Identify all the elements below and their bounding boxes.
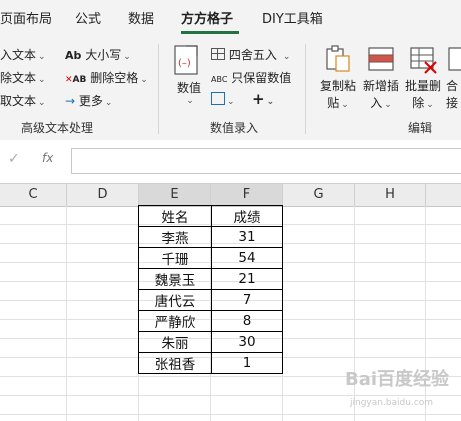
batch-delete-button[interactable]: 批量删 除 ⌄ bbox=[403, 44, 443, 111]
abc-icon: ABC bbox=[211, 75, 228, 84]
group-divider bbox=[158, 44, 159, 134]
tab-data[interactable]: 数据 bbox=[128, 8, 154, 27]
watermark-logo: Bai百度经验 bbox=[345, 369, 450, 390]
merge-icon bbox=[448, 47, 461, 71]
plus-icon[interactable]: + ⌄ bbox=[252, 90, 274, 108]
merge-button[interactable]: 合 接 bbox=[446, 44, 461, 111]
fx-icon[interactable]: fx bbox=[42, 151, 53, 165]
table-row: 朱丽 30 bbox=[138, 331, 283, 353]
batch-delete-icon bbox=[410, 47, 437, 74]
table-row: 千珊 54 bbox=[138, 247, 283, 269]
column-header-c[interactable]: C bbox=[0, 184, 67, 206]
ribbon-tabs: 页面布局 公式 数据 方方格子 DIY工具箱 bbox=[0, 0, 461, 34]
table-row: 李燕 31 bbox=[138, 226, 283, 248]
column-header-d[interactable]: D bbox=[67, 184, 139, 206]
column-header-h[interactable]: H bbox=[355, 184, 426, 206]
clipboard-icon bbox=[326, 45, 350, 72]
table-cell[interactable]: 李燕 bbox=[138, 226, 212, 248]
table-cell[interactable]: 7 bbox=[211, 289, 283, 311]
insert-button[interactable]: 新增插 入 ⌄ bbox=[361, 44, 401, 111]
insert-rows-icon bbox=[368, 47, 394, 71]
tab-fangfangezi[interactable]: 方方格子 bbox=[181, 8, 233, 27]
table-cell[interactable]: 唐代云 bbox=[138, 289, 212, 311]
table-cell[interactable]: 8 bbox=[211, 310, 283, 332]
numeric-icon: (–) bbox=[174, 45, 198, 75]
group-label-edit: 编辑 bbox=[408, 121, 433, 135]
table-cell[interactable]: 张祖香 bbox=[138, 352, 212, 374]
copy-paste-button[interactable]: 复制粘 贴 ⌄ bbox=[318, 44, 358, 111]
table-cell[interactable]: 姓名 bbox=[138, 205, 212, 227]
score-table: 姓名 成绩 李燕 31 千珊 54 魏景玉 21 唐代云 7 严静欣 8 朱丽 … bbox=[138, 205, 283, 374]
gridline bbox=[0, 414, 461, 415]
column-headers: C D E F G H bbox=[0, 183, 461, 207]
table-cell[interactable]: 千珊 bbox=[138, 247, 212, 269]
column-header-f[interactable]: F bbox=[211, 184, 283, 206]
case-icon: Ab bbox=[65, 49, 82, 62]
table-cell[interactable]: 54 bbox=[211, 247, 283, 269]
case-button[interactable]: Ab 大小写 ⌄ bbox=[65, 46, 131, 63]
table-cell[interactable]: 成绩 bbox=[211, 205, 283, 227]
table-row: 魏景玉 21 bbox=[138, 268, 283, 290]
insert-text-button[interactable]: 入文本 ⌄ bbox=[0, 46, 46, 63]
arrow-right-icon: → bbox=[65, 94, 76, 108]
watermark-url: jingyan.baidu.com bbox=[350, 398, 434, 408]
table-cell[interactable]: 1 bbox=[211, 352, 283, 374]
round-button[interactable]: 四舍五入 ⌄ bbox=[211, 46, 290, 63]
formula-bar: ✓ fx bbox=[0, 140, 461, 182]
keep-numbers-button[interactable]: ABC 只保留数值 bbox=[211, 69, 291, 86]
table-row: 唐代云 7 bbox=[138, 289, 283, 311]
numeric-button[interactable]: (–) 数值 ⌄ bbox=[172, 44, 206, 108]
more-button[interactable]: → 更多 ⌄ bbox=[65, 92, 112, 109]
group-label-text: 高级文本处理 bbox=[21, 121, 94, 135]
gridline bbox=[66, 206, 67, 421]
svg-text:(–): (–) bbox=[178, 58, 191, 69]
delete-text-button[interactable]: 除文本 ⌄ bbox=[0, 69, 46, 86]
extract-text-button[interactable]: 取文本 ⌄ bbox=[0, 92, 46, 109]
delete-space-icon: ✕AB bbox=[65, 75, 87, 85]
table-row: 姓名 成绩 bbox=[138, 205, 283, 227]
table-cell[interactable]: 31 bbox=[211, 226, 283, 248]
gridline bbox=[0, 395, 461, 396]
column-header-e[interactable]: E bbox=[139, 184, 211, 206]
formula-input[interactable] bbox=[71, 148, 461, 174]
table-cell[interactable]: 朱丽 bbox=[138, 331, 212, 353]
delete-space-button[interactable]: ✕AB 删除空格 ⌄ bbox=[65, 69, 148, 86]
group-label-number: 数值录入 bbox=[210, 121, 259, 135]
table-row: 张祖香 1 bbox=[138, 352, 283, 374]
check-icon[interactable]: ✓ bbox=[8, 151, 20, 167]
table-cell[interactable]: 30 bbox=[211, 331, 283, 353]
tab-formulas[interactable]: 公式 bbox=[75, 8, 101, 27]
table-cell[interactable]: 魏景玉 bbox=[138, 268, 212, 290]
tab-page-layout[interactable]: 页面布局 bbox=[0, 8, 52, 27]
table-icon bbox=[211, 48, 225, 60]
group-divider bbox=[305, 44, 306, 134]
tab-diy-toolbox[interactable]: DIY工具箱 bbox=[262, 8, 323, 27]
table-cell[interactable]: 21 bbox=[211, 268, 283, 290]
edit-icon bbox=[211, 92, 225, 105]
ribbon: 入文本 ⌄ 除文本 ⌄ 取文本 ⌄ Ab 大小写 ⌄ ✕AB 删除空格 ⌄ → 更多 ⌄ 高… bbox=[0, 34, 461, 141]
table-cell[interactable]: 严静欣 bbox=[138, 310, 212, 332]
table-row: 严静欣 8 bbox=[138, 310, 283, 332]
edit-format-button[interactable]: ⌄ bbox=[211, 92, 235, 107]
column-header-g[interactable]: G bbox=[283, 184, 355, 206]
